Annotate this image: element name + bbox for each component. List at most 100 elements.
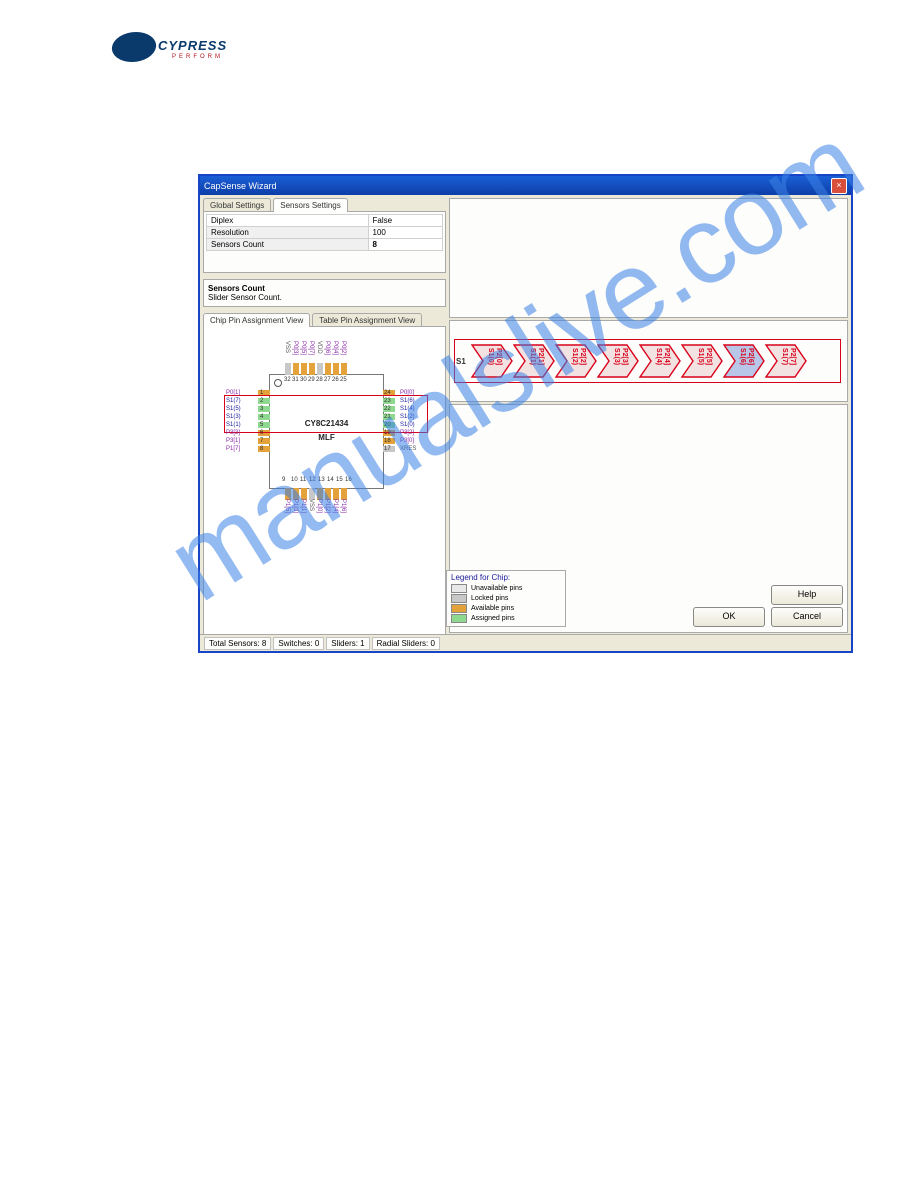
pin-label: VDD xyxy=(316,341,322,354)
close-icon[interactable]: × xyxy=(831,178,847,194)
sensor-id: S1(4) xyxy=(655,348,662,365)
settings-grid[interactable]: DiplexFalse Resolution100 Sensors Count8 xyxy=(206,214,443,251)
pin-label: P0[6] xyxy=(324,341,330,355)
settings-tabs: Global Settings Sensors Settings xyxy=(203,198,446,212)
pin-number: 26 xyxy=(332,377,339,383)
sensor-id: S1(1) xyxy=(529,348,536,365)
pin-number: 22 xyxy=(384,406,391,412)
pin-number: 17 xyxy=(384,446,391,452)
slider-sensor-0[interactable]: S1(0) P2[0] xyxy=(471,344,513,378)
sensor-id: S1(0) xyxy=(487,348,494,365)
pin-label: P1[2] xyxy=(324,499,330,513)
pin-number: 3 xyxy=(260,406,263,412)
setting-description: Sensors Count Slider Sensor Count. xyxy=(203,279,446,307)
legend-text: Available pins xyxy=(471,605,514,612)
ok-button[interactable]: OK xyxy=(693,607,765,627)
chip-package: MLF xyxy=(270,433,383,442)
legend-title: Legend for Chip: xyxy=(451,573,561,582)
pin1-marker-icon xyxy=(274,379,282,387)
pin-label: S1(3) xyxy=(226,414,241,420)
legend-swatch xyxy=(451,584,467,593)
sensor-pin: P2[4] xyxy=(663,348,670,365)
capsense-wizard-window: CapSense Wizard × Global Settings Sensor… xyxy=(198,174,853,653)
pin-number: 16 xyxy=(345,477,352,483)
tab-global-settings[interactable]: Global Settings xyxy=(203,198,271,212)
sensor-pin: P2[2] xyxy=(579,348,586,365)
pin-number: 24 xyxy=(384,390,391,396)
slider-sensor-3[interactable]: S1(3) P2[3] xyxy=(597,344,639,378)
pin-number: 6 xyxy=(260,430,263,436)
slider-sensor-4[interactable]: S1(4) P2[4] xyxy=(639,344,681,378)
pin-label: P3[3] xyxy=(226,430,240,436)
setting-val[interactable]: 100 xyxy=(368,227,443,239)
chip-pin-assignment-view[interactable]: CY8C21434 MLF xyxy=(203,326,446,635)
pin-number: 11 xyxy=(300,477,306,483)
legend-panel: Legend for Chip: Unavailable pinsLocked … xyxy=(446,570,566,627)
setting-val[interactable]: 8 xyxy=(368,239,443,251)
legend-item: Available pins xyxy=(451,604,561,613)
highlight-assigned-pins xyxy=(224,395,428,433)
pin-number: 19 xyxy=(384,430,391,436)
slider-sensor-5[interactable]: S1(5) P2[5] xyxy=(681,344,723,378)
sensor-id: S1(2) xyxy=(571,348,578,365)
pin-label: P1[1] xyxy=(300,499,306,513)
pin-label: VSS xyxy=(284,341,290,353)
pin-label: P0[7] xyxy=(308,341,314,355)
slider-sensor-6[interactable]: S1(6) P2[6] xyxy=(723,344,765,378)
pin-label: P0[3] xyxy=(292,341,298,355)
tab-chip-pin-view[interactable]: Chip Pin Assignment View xyxy=(203,313,310,327)
pin-number: 32 xyxy=(284,377,291,383)
legend-swatch xyxy=(451,614,467,623)
cancel-button[interactable]: Cancel xyxy=(771,607,843,627)
pin-label: S1(1) xyxy=(226,422,241,428)
slider-sensor-7[interactable]: S1(7) P2[7] xyxy=(765,344,807,378)
legend-item: Unavailable pins xyxy=(451,584,561,593)
sensor-canvas-mid[interactable]: S1 S1(0) P2[0] S1(1) P2[1] S1(2) P2[2] S… xyxy=(449,320,848,402)
pin-label: S1(5) xyxy=(226,406,241,412)
sensor-id: S1(7) xyxy=(781,348,788,365)
chip-view-tabs: Chip Pin Assignment View Table Pin Assig… xyxy=(203,313,446,327)
pin-number: 12 xyxy=(309,477,316,483)
pin-number: 5 xyxy=(260,422,263,428)
sensor-canvas-top[interactable] xyxy=(449,198,848,318)
pin-label: P1[7] xyxy=(226,446,240,452)
status-sliders: Sliders: 1 xyxy=(326,637,369,650)
titlebar[interactable]: CapSense Wizard × xyxy=(200,176,851,195)
pin-number: 31 xyxy=(292,377,299,383)
setting-key: Resolution xyxy=(207,227,369,239)
legend-text: Unavailable pins xyxy=(471,585,522,592)
pin-label: P0[5] xyxy=(300,341,306,355)
slider-sensor-2[interactable]: S1(2) P2[2] xyxy=(555,344,597,378)
logo-mark xyxy=(110,32,158,62)
setting-key: Diplex xyxy=(207,215,369,227)
setting-val[interactable]: False xyxy=(368,215,443,227)
tab-sensors-settings[interactable]: Sensors Settings xyxy=(273,198,347,212)
tab-table-pin-view[interactable]: Table Pin Assignment View xyxy=(312,313,422,327)
pin-number: 18 xyxy=(384,438,391,444)
logo-text: CYPRESS xyxy=(158,38,227,53)
legend-swatch xyxy=(451,594,467,603)
legend-swatch xyxy=(451,604,467,613)
pin-label: P1[5] xyxy=(284,499,290,513)
pin-number: 9 xyxy=(282,477,285,483)
pin-label: P0[4] xyxy=(332,341,338,355)
pin-number: 10 xyxy=(291,477,298,483)
pin-label: P0[2] xyxy=(340,341,346,355)
slider-sensor-1[interactable]: S1(1) P2[1] xyxy=(513,344,555,378)
pin-label: P0[1] xyxy=(226,390,240,396)
pin-number: 20 xyxy=(384,422,391,428)
legend-item: Assigned pins xyxy=(451,614,561,623)
help-button[interactable]: Help xyxy=(771,585,843,605)
pin-label: P3[0] xyxy=(400,438,414,444)
pin-label: S1(6) xyxy=(400,398,415,404)
brand-logo: CYPRESS PERFORM xyxy=(112,32,232,68)
pin-number: 2 xyxy=(260,398,263,404)
pin-label: XRES xyxy=(400,446,416,452)
pin-label: P3[1] xyxy=(226,438,240,444)
pin-number: 29 xyxy=(308,377,315,383)
status-switches: Switches: 0 xyxy=(273,637,324,650)
settings-grid-panel: DiplexFalse Resolution100 Sensors Count8 xyxy=(203,211,446,273)
sensor-pin: P2[3] xyxy=(621,348,628,365)
sensor-pin: P2[1] xyxy=(537,348,544,365)
pin-number: 14 xyxy=(327,477,334,483)
